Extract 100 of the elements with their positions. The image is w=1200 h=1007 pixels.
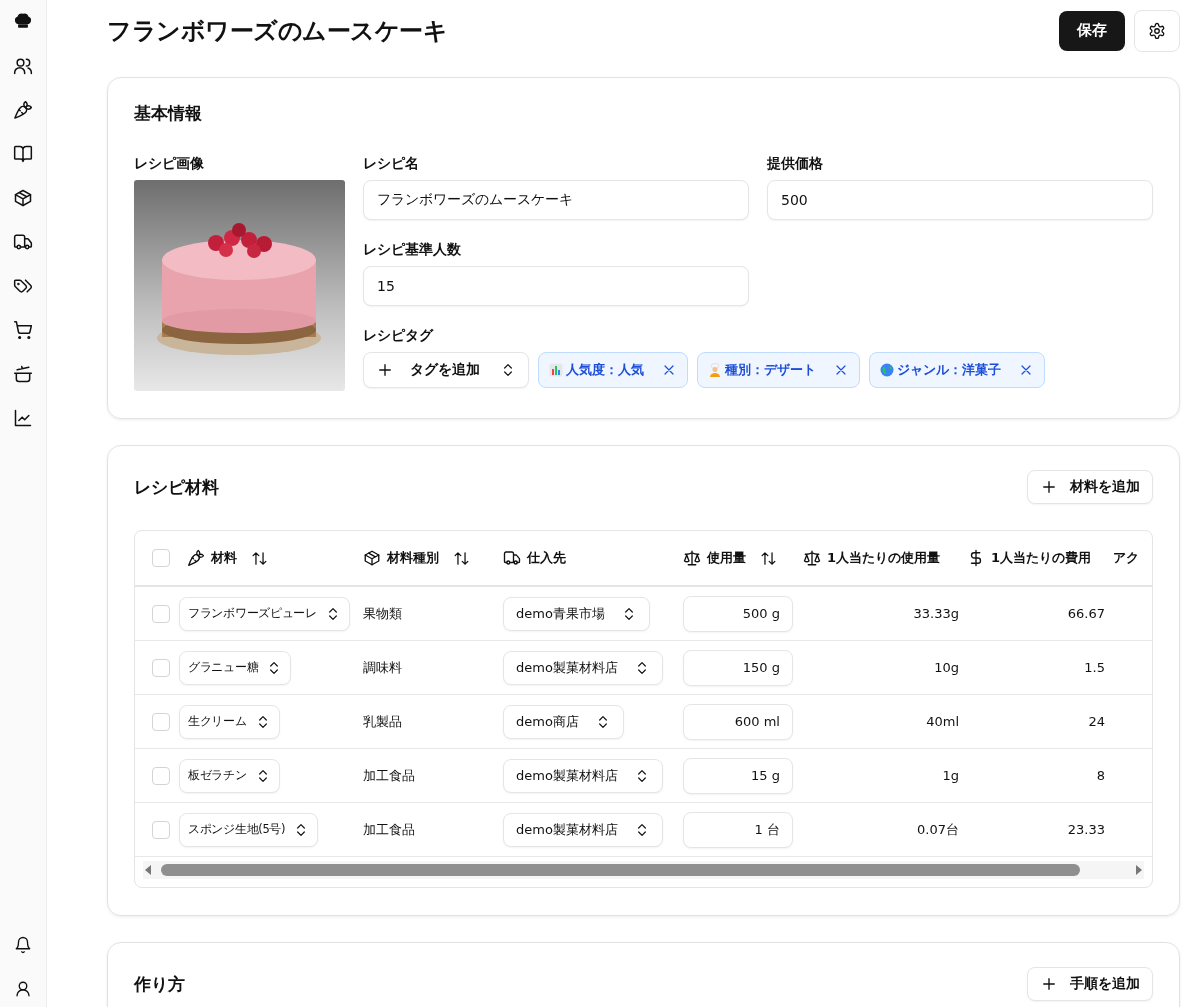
- table-cell-text: 1.5: [1083, 660, 1105, 675]
- material-select[interactable]: 板ゼラチン: [179, 758, 280, 793]
- save-button[interactable]: 保存: [1059, 10, 1125, 51]
- sort-button[interactable]: [453, 549, 470, 567]
- carrot-icon: [13, 100, 33, 120]
- row-checkbox[interactable]: [152, 604, 170, 623]
- table-cell-text: 10g: [933, 660, 959, 675]
- supplier-select[interactable]: demo商店: [503, 704, 624, 739]
- supplier-select[interactable]: demo製菓材料店: [503, 650, 663, 685]
- column-header: 仕入先: [527, 549, 566, 567]
- notifications-button[interactable]: [13, 935, 33, 955]
- material-select[interactable]: 生クリーム: [179, 704, 280, 739]
- tags-icon: [13, 276, 33, 296]
- table-cell-text: 8: [1095, 768, 1105, 783]
- sort-icon: [760, 549, 777, 567]
- truck-icon: [503, 549, 521, 567]
- column-header: アク: [1113, 549, 1139, 567]
- amount-input[interactable]: 15 g: [683, 757, 793, 794]
- plus-icon: [376, 361, 394, 379]
- bell-icon: [14, 936, 32, 954]
- section-title: レシピ材料: [134, 475, 219, 499]
- amount-input[interactable]: 600 ml: [683, 703, 793, 740]
- truck-nav-button[interactable]: [13, 232, 33, 252]
- amount-input[interactable]: 150 g: [683, 649, 793, 686]
- settings-button[interactable]: [1134, 9, 1180, 52]
- chef-icon: [708, 363, 722, 377]
- tag-label: ジャンル：洋菓子: [897, 361, 1001, 379]
- input-field[interactable]: フランボワーズのムースケーキ: [363, 180, 749, 220]
- pot-nav-button[interactable]: [13, 364, 33, 384]
- sort-button[interactable]: [760, 549, 777, 567]
- material-select[interactable]: グラニュー糖: [179, 650, 292, 685]
- truck-icon: [13, 232, 33, 252]
- tag-label: 人気度：人気: [566, 361, 644, 379]
- field-label: レシピ基準人数: [363, 241, 462, 259]
- amount-input[interactable]: 1 台: [683, 811, 793, 848]
- pot-icon: [13, 364, 33, 384]
- page-title: フランボワーズのムースケーキ: [107, 15, 448, 47]
- scale-icon: [803, 549, 821, 567]
- row-checkbox[interactable]: [152, 766, 170, 785]
- carrot-nav-button[interactable]: [13, 100, 33, 120]
- add-tag-dropdown[interactable]: タグを追加: [363, 352, 529, 388]
- field-label: レシピ画像: [134, 155, 205, 173]
- table-cell-text: 果物類: [362, 604, 403, 623]
- input-field[interactable]: 15: [363, 266, 749, 306]
- table-cell-text: 40ml: [925, 714, 959, 729]
- horizontal-scrollbar[interactable]: [143, 861, 1144, 879]
- plus-icon: [1040, 478, 1058, 496]
- amount-input[interactable]: 500 g: [683, 595, 793, 632]
- box-icon: [363, 549, 381, 567]
- select-all-checkbox[interactable]: [152, 549, 170, 567]
- section-title: 基本情報: [134, 102, 203, 125]
- add-step-button[interactable]: 手順を追加: [1027, 967, 1153, 1001]
- table-cell-text: 調味料: [362, 658, 403, 677]
- row-checkbox[interactable]: [152, 658, 170, 677]
- account-button[interactable]: [13, 979, 33, 999]
- input-field[interactable]: 500: [767, 180, 1153, 220]
- sort-icon: [453, 549, 470, 567]
- supplier-select[interactable]: demo製菓材料店: [503, 812, 663, 847]
- material-select[interactable]: スポンジ生地(5号): [179, 812, 319, 847]
- tags-nav-button[interactable]: [13, 276, 33, 296]
- box-icon: [13, 188, 33, 208]
- line-chart-nav-button[interactable]: [13, 408, 33, 428]
- line-chart-icon: [13, 408, 33, 428]
- book-nav-button[interactable]: [13, 144, 33, 164]
- users-nav-button[interactable]: [13, 56, 33, 76]
- table-cell-text: 加工食品: [362, 766, 416, 785]
- column-header: 材料: [211, 549, 237, 567]
- table-cell-text: 33.33g: [912, 606, 959, 621]
- table-cell-text: 1g: [941, 768, 959, 783]
- table-cell-text: 0.07台: [916, 820, 959, 839]
- column-header: 1人当たりの費用: [991, 549, 1092, 567]
- table-cell-text: 乳製品: [362, 712, 403, 731]
- plus-icon: [1040, 975, 1058, 993]
- settings-icon: [1148, 21, 1166, 40]
- user-icon: [14, 980, 32, 998]
- table-cell-text: 23.33: [1066, 822, 1105, 837]
- globe-icon: [880, 363, 894, 377]
- scale-icon: [683, 549, 701, 567]
- row-checkbox[interactable]: [152, 820, 170, 839]
- tag-label: 種別：デザート: [725, 361, 816, 379]
- section-title: 作り方: [134, 972, 185, 996]
- box-nav-button[interactable]: [13, 188, 33, 208]
- table-cell-text: 24: [1087, 714, 1105, 729]
- column-header: 材料種別: [387, 549, 439, 567]
- book-icon: [13, 144, 33, 164]
- field-label: 提供価格: [767, 155, 824, 173]
- supplier-select[interactable]: demo製菓材料店: [503, 758, 663, 793]
- cart-nav-button[interactable]: [13, 320, 33, 340]
- field-label: レシピタグ: [363, 327, 435, 345]
- column-header: 1人当たりの使用量: [827, 549, 941, 567]
- add-ingredient-button[interactable]: 材料を追加: [1027, 470, 1153, 504]
- field-label: レシピ名: [363, 155, 420, 173]
- sort-button[interactable]: [251, 549, 268, 567]
- row-checkbox[interactable]: [152, 712, 170, 731]
- cart-icon: [13, 320, 33, 340]
- table-cell-text: 加工食品: [362, 820, 416, 839]
- supplier-select[interactable]: demo青果市場: [503, 596, 650, 631]
- bar-chart-icon: [549, 363, 563, 377]
- material-select[interactable]: フランボワーズピューレ: [179, 596, 350, 631]
- sort-icon: [251, 549, 268, 567]
